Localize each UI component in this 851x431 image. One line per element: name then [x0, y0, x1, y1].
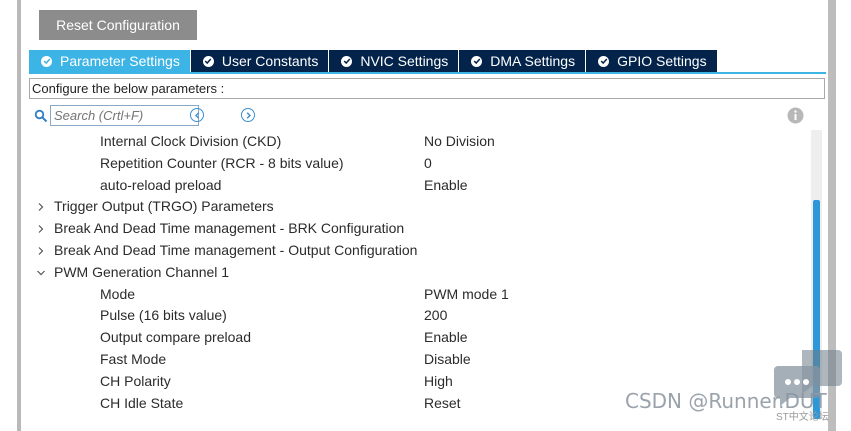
param-value[interactable]: Enable	[424, 327, 468, 349]
group-pwm-channel-1[interactable]: PWM Generation Channel 1	[29, 262, 809, 284]
param-name: Mode	[100, 285, 136, 302]
group-name: Break And Dead Time management - BRK Con…	[54, 220, 405, 237]
group-trigger-output[interactable]: Trigger Output (TRGO) Parameters	[29, 196, 809, 218]
check-circle-icon	[471, 55, 483, 67]
tab-underline	[29, 72, 826, 74]
tab-label: NVIC Settings	[360, 53, 449, 69]
previous-match-button[interactable]	[190, 108, 204, 122]
param-name: Fast Mode	[100, 350, 167, 367]
param-value[interactable]: Reset	[424, 393, 461, 415]
settings-tab-bar: Parameter Settings User Constants NVIC S…	[29, 50, 718, 72]
next-match-button[interactable]	[241, 108, 255, 122]
tab-label: GPIO Settings	[617, 53, 707, 69]
group-name: Trigger Output (TRGO) Parameters	[54, 198, 274, 215]
param-name: auto-reload preload	[100, 176, 222, 193]
param-name: Internal Clock Division (CKD)	[100, 133, 282, 149]
search-input[interactable]	[50, 105, 199, 126]
chevron-right-icon[interactable]	[36, 202, 46, 212]
chevron-right-icon[interactable]	[36, 224, 46, 234]
chevron-right-icon[interactable]	[36, 246, 46, 256]
parameter-tree: Internal Clock Division (CKD) No Divisio…	[29, 131, 809, 414]
tab-dma-settings[interactable]: DMA Settings	[459, 50, 586, 72]
tab-parameter-settings[interactable]: Parameter Settings	[29, 50, 190, 72]
param-name: CH Polarity	[100, 372, 171, 389]
tab-user-constants[interactable]: User Constants	[190, 50, 329, 72]
param-row-internal-clock-division[interactable]: Internal Clock Division (CKD) No Divisio…	[29, 131, 809, 153]
check-circle-icon	[202, 55, 214, 67]
param-value[interactable]: 200	[424, 305, 447, 327]
logo-caption: ST中文论坛	[776, 412, 829, 423]
param-row-auto-reload-preload[interactable]: auto-reload preload Enable	[29, 175, 809, 197]
param-name: Output compare preload	[100, 329, 251, 346]
group-name: Break And Dead Time management - Output …	[54, 241, 418, 258]
param-row-pulse[interactable]: Pulse (16 bits value) 200	[29, 305, 809, 327]
param-row-mode[interactable]: Mode PWM mode 1	[29, 284, 809, 306]
group-name: PWM Generation Channel 1	[54, 263, 230, 280]
search-icon	[34, 109, 48, 123]
param-name: Pulse (16 bits value)	[100, 307, 227, 324]
tab-gpio-settings[interactable]: GPIO Settings	[586, 50, 717, 72]
configure-prompt: Configure the below parameters :	[29, 78, 825, 99]
param-value[interactable]: 0	[424, 153, 432, 175]
param-row-output-compare-preload[interactable]: Output compare preload Enable	[29, 327, 809, 349]
param-value[interactable]: PWM mode 1	[424, 284, 509, 306]
group-break-dead-time-output[interactable]: Break And Dead Time management - Output …	[29, 240, 809, 262]
reset-configuration-button[interactable]: Reset Configuration	[39, 10, 197, 40]
param-value[interactable]: No Division	[424, 131, 495, 153]
tab-label: Parameter Settings	[60, 53, 180, 69]
param-value[interactable]: High	[424, 371, 453, 393]
chevron-down-icon[interactable]	[36, 268, 46, 278]
chevron-left-icon	[194, 111, 199, 119]
param-name: Repetition Counter (RCR - 8 bits value)	[100, 154, 344, 171]
tab-nvic-settings[interactable]: NVIC Settings	[329, 50, 459, 72]
param-value[interactable]: Enable	[424, 175, 468, 197]
info-icon[interactable]	[787, 107, 804, 124]
panel-left-border	[17, 0, 21, 431]
tab-label: DMA Settings	[490, 53, 576, 69]
forum-chat-logo-icon	[774, 350, 842, 406]
param-row-repetition-counter[interactable]: Repetition Counter (RCR - 8 bits value) …	[29, 153, 809, 175]
group-break-dead-time-brk[interactable]: Break And Dead Time management - BRK Con…	[29, 218, 809, 240]
param-row-fast-mode[interactable]: Fast Mode Disable	[29, 349, 809, 371]
search-toolbar	[29, 104, 829, 128]
check-circle-icon	[598, 55, 610, 67]
chevron-right-icon	[246, 111, 251, 119]
tab-label: User Constants	[221, 53, 319, 69]
param-name: CH Idle State	[100, 394, 184, 411]
check-circle-icon	[341, 55, 353, 67]
param-value[interactable]: Disable	[424, 349, 471, 371]
check-circle-icon	[41, 55, 52, 67]
